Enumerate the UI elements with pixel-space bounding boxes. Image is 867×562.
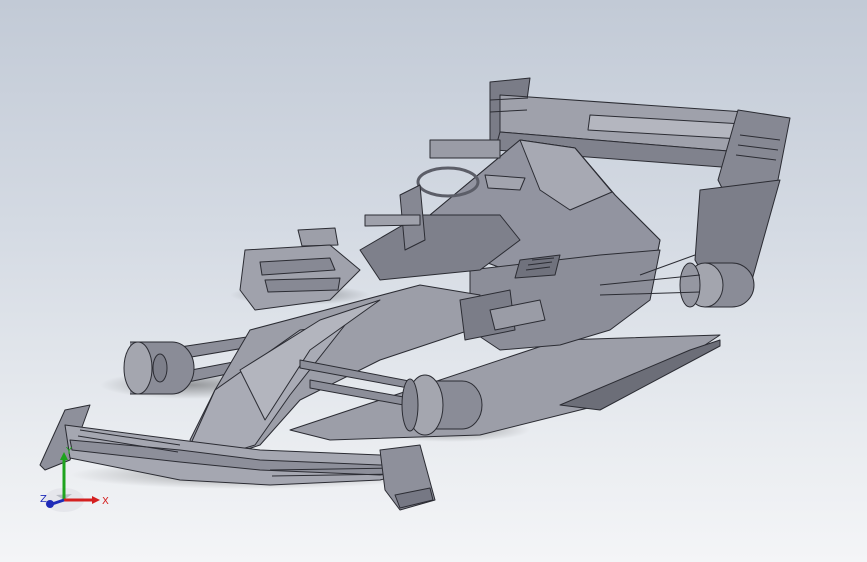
- coordinate-triad: Y X Z: [40, 446, 109, 512]
- airbox: [484, 174, 526, 191]
- x-axis-arrowhead: [92, 496, 100, 504]
- mirror-left: [297, 227, 339, 247]
- graphics-viewport[interactable]: Y X Z: [0, 0, 867, 562]
- z-axis-arrowhead: [46, 500, 54, 508]
- z-axis-label: Z: [40, 494, 47, 505]
- x-axis-label: X: [102, 496, 109, 507]
- f1-car-model[interactable]: [0, 0, 867, 562]
- y-axis-label: Y: [65, 446, 73, 457]
